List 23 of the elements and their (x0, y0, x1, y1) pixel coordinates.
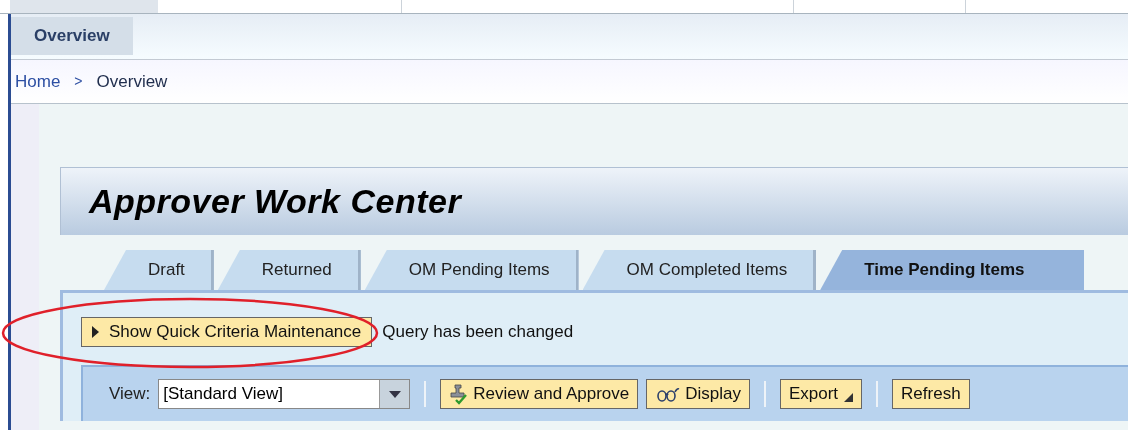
tab[interactable]: OM Pending Items (364, 250, 579, 290)
menu-caret-icon (844, 392, 854, 402)
toolbar-button[interactable]: Review and Approve (440, 379, 639, 409)
view-label: View: (109, 383, 151, 406)
overview-tab[interactable]: Overview (11, 17, 133, 55)
tab[interactable]: Returned (217, 250, 361, 290)
expand-triangle-icon (92, 326, 99, 338)
export-menu-button[interactable]: Export (779, 379, 863, 409)
toolbar-button[interactable]: Refresh (892, 379, 970, 409)
stamp-check-icon (449, 383, 470, 405)
breadcrumb-link[interactable]: Home (15, 68, 61, 95)
tab[interactable]: Time Pending Items (820, 250, 1085, 290)
breadcrumb-current: Overview (96, 70, 168, 93)
dropdown-caret-icon (388, 390, 401, 398)
status-message: Query has been changed (382, 321, 574, 344)
glasses-icon (655, 386, 682, 402)
page-title: Approver Work Center (89, 181, 462, 222)
tab[interactable]: Draft (104, 250, 214, 290)
toolbar-button[interactable]: Display (646, 379, 750, 409)
quick-criteria-button[interactable]: Show Quick Criteria Maintenance (81, 317, 373, 347)
tab[interactable]: OM Completed Items (582, 250, 817, 290)
breadcrumb-separator: > (74, 72, 83, 91)
view-dropdown[interactable]: [Standard View] (158, 379, 411, 409)
